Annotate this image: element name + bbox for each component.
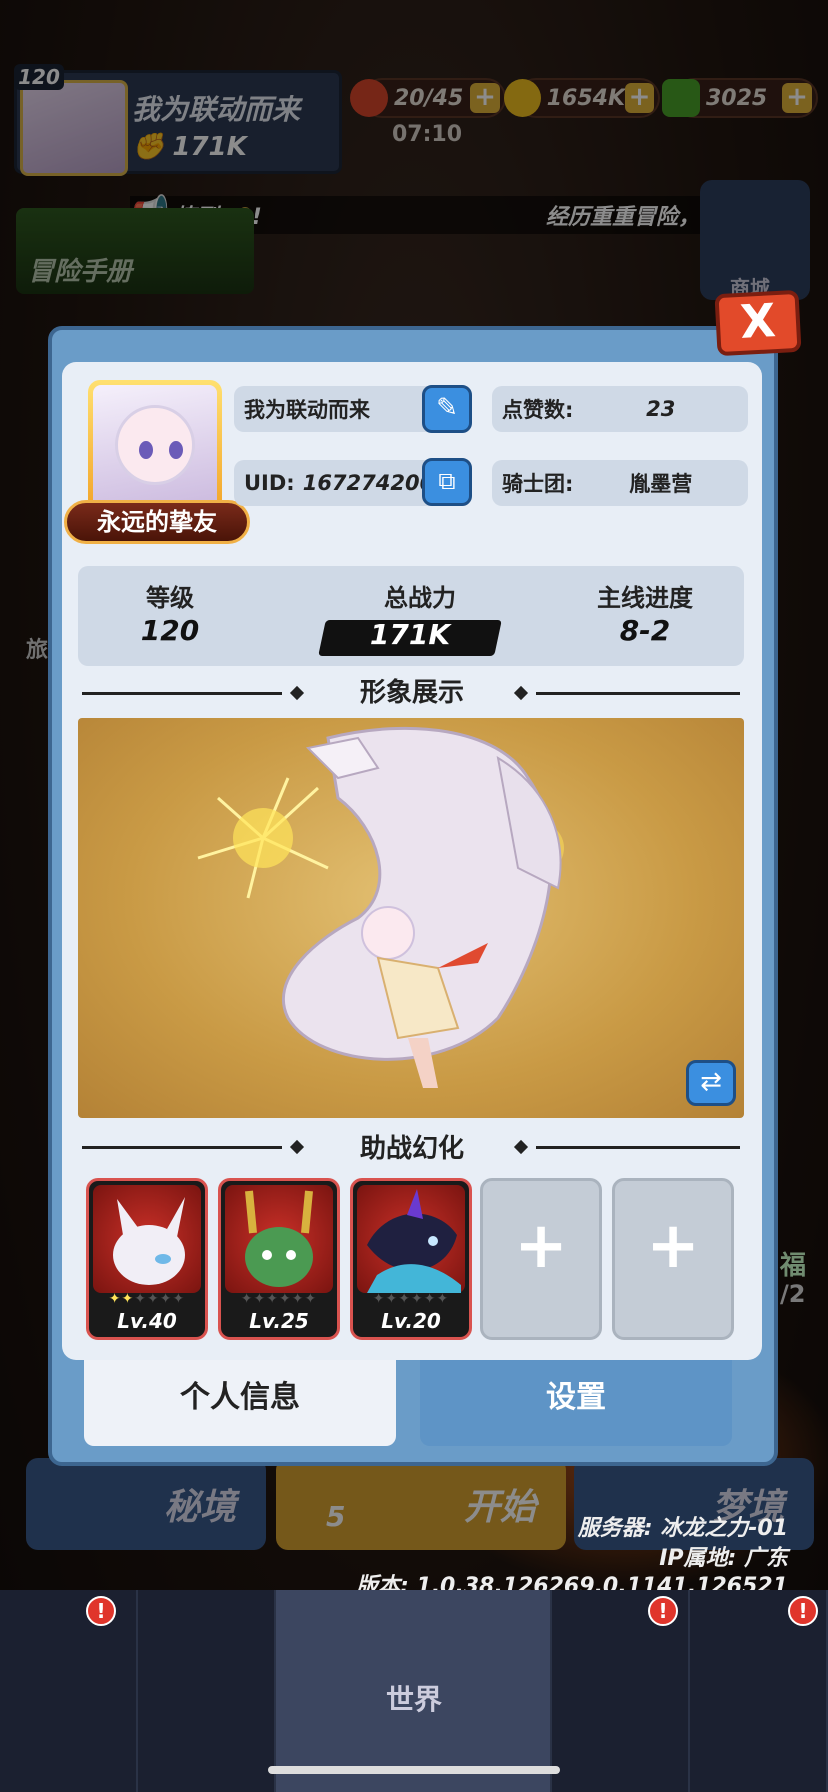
showcase-title: 形象展示: [359, 678, 464, 708]
tab-personal-info[interactable]: 个人信息: [84, 1360, 396, 1446]
assist-level: Lv.40: [117, 1309, 177, 1333]
star-rating: ✦✦✦✦✦✦: [372, 1291, 450, 1307]
assist-slot-3[interactable]: ✦✦✦✦✦✦ Lv.20: [350, 1178, 472, 1340]
power-label: 总战力: [384, 584, 456, 612]
copy-uid-button[interactable]: ⧉: [422, 458, 472, 506]
guild-value: 胤墨营: [629, 472, 693, 496]
star-rating: ✦✦✦✦✦✦: [240, 1291, 318, 1307]
white-dragon-portrait: [93, 1185, 201, 1293]
alert-badge-icon: !: [788, 1596, 818, 1626]
nav-world-label: 世界: [385, 1683, 442, 1716]
swap-arrows-icon: ⇄: [700, 1067, 722, 1097]
progress-value: 8-2: [619, 614, 671, 647]
nav-item-1[interactable]: [0, 1590, 138, 1792]
progress-label: 主线进度: [597, 584, 693, 612]
title-badge[interactable]: 永远的挚友: [64, 500, 250, 544]
power-value: 171K: [369, 618, 451, 651]
assist-slot-empty[interactable]: +: [612, 1178, 734, 1340]
assist-level: Lv.20: [381, 1309, 441, 1333]
swap-button[interactable]: ⇄: [686, 1060, 736, 1106]
name-value: 我为联动而来: [244, 398, 370, 422]
likes-value: 23: [646, 397, 676, 421]
shadow-dragon-portrait: [357, 1185, 465, 1293]
character-illustration: [197, 726, 564, 1088]
uid-label: UID:: [244, 471, 295, 495]
divider: [536, 692, 740, 695]
white-dragon-icon: [113, 1197, 185, 1285]
level-value: 120: [140, 614, 200, 647]
nav-item-2[interactable]: [138, 1590, 276, 1792]
character-showcase: [78, 718, 744, 1118]
add-assist-icon: +: [514, 1209, 568, 1283]
pencil-icon: ✎: [436, 393, 458, 423]
guild-label: 骑士团:: [502, 472, 574, 496]
star-rating: ✦✦✦✦✦✦: [108, 1291, 186, 1307]
assist-slot-1[interactable]: ✦✦✦✦✦✦ Lv.40: [86, 1178, 208, 1340]
green-dragon-icon: [245, 1190, 313, 1287]
copy-icon: ⧉: [438, 467, 456, 495]
alert-badge-icon: !: [86, 1596, 116, 1626]
add-assist-icon: +: [646, 1209, 700, 1283]
assist-slot-2[interactable]: ✦✦✦✦✦✦ Lv.25: [218, 1178, 340, 1340]
green-dragon-portrait: [225, 1185, 333, 1293]
profile-avatar[interactable]: [88, 380, 222, 520]
likes-label: 点赞数:: [502, 398, 574, 422]
assist-slot-empty[interactable]: +: [480, 1178, 602, 1340]
alert-badge-icon: !: [648, 1596, 678, 1626]
likes-field: 点赞数: 23: [492, 386, 748, 432]
tab-settings[interactable]: 设置: [420, 1360, 732, 1446]
server-info: 服务器: 冰龙之力-01: [577, 1516, 788, 1541]
assist-level: Lv.25: [249, 1309, 309, 1333]
close-button[interactable]: X: [714, 289, 802, 357]
home-indicator: [268, 1766, 560, 1774]
edit-name-button[interactable]: ✎: [422, 385, 472, 433]
divider: [536, 1146, 740, 1149]
guild-field: 骑士团: 胤墨营: [492, 460, 748, 506]
level-label: 等级: [146, 584, 194, 612]
shadow-dragon-icon: [367, 1189, 461, 1293]
